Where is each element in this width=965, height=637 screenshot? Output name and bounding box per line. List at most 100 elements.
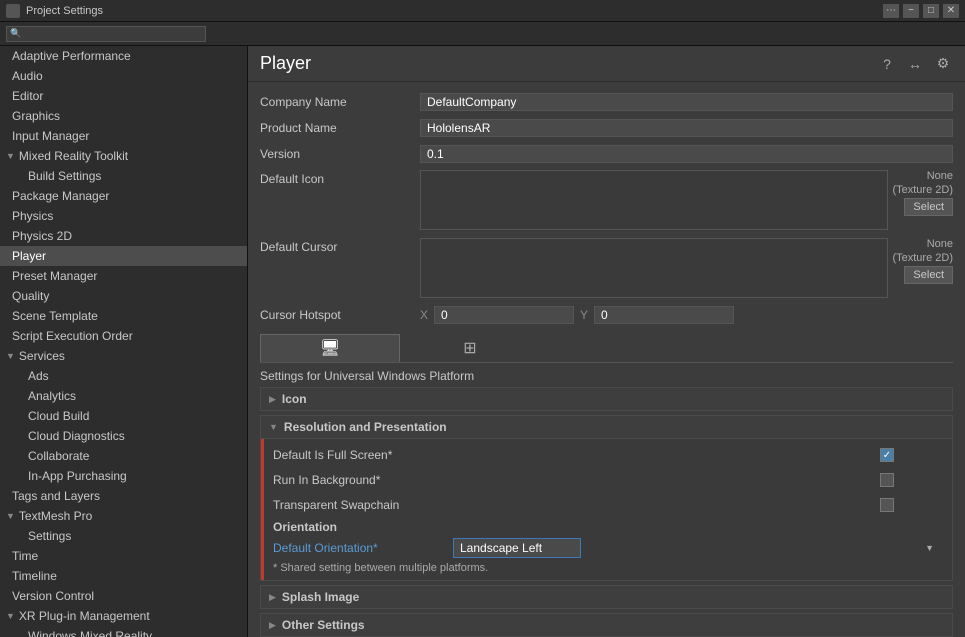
sidebar-item-graphics[interactable]: Graphics <box>0 106 247 126</box>
sidebar-item-time[interactable]: Time <box>0 546 247 566</box>
cursor-hotspot-x-input[interactable] <box>434 306 574 324</box>
default-icon-row: Default Icon None (Texture 2D) Select <box>260 170 953 230</box>
sidebar-item-quality[interactable]: Quality <box>0 286 247 306</box>
sidebar-item-script-execution-order[interactable]: Script Execution Order <box>0 326 247 346</box>
sidebar-item-input-manager[interactable]: Input Manager <box>0 126 247 146</box>
resolution-section-body: Default Is Full Screen* ✓ Run In Backgro… <box>261 438 952 580</box>
splash-image-section-title: Splash Image <box>282 590 359 604</box>
sidebar-item-analytics[interactable]: Analytics <box>0 386 247 406</box>
sidebar-item-label: Mixed Reality Toolkit <box>19 149 128 163</box>
sidebar-item-build-settings[interactable]: Build Settings <box>0 166 247 186</box>
sidebar-item-settings[interactable]: Settings <box>0 526 247 546</box>
cursor-hotspot-inputs: X Y <box>420 306 953 324</box>
platform-tab-uwp[interactable]: 🖥 <box>260 334 400 362</box>
sidebar-item-physics[interactable]: Physics <box>0 206 247 226</box>
sidebar-item-label: Build Settings <box>28 169 101 183</box>
run-in-background-checkbox-wrap <box>880 473 940 487</box>
expand-button[interactable]: ↔ <box>905 54 925 74</box>
sidebar-item-label: Script Execution Order <box>12 329 133 343</box>
sidebar-item-cloud-diagnostics[interactable]: Cloud Diagnostics <box>0 426 247 446</box>
sidebar-item-version-control[interactable]: Version Control <box>0 586 247 606</box>
cursor-hotspot-y-input[interactable] <box>594 306 734 324</box>
icon-section-header[interactable]: ▶ Icon <box>261 388 952 410</box>
sidebar-item-label: Editor <box>12 89 43 103</box>
platform-tab-windows[interactable]: ⊞ <box>400 334 540 362</box>
sidebar-item-physics-2d[interactable]: Physics 2D <box>0 226 247 246</box>
maximize-button[interactable]: □ <box>923 4 939 18</box>
sidebar-item-collaborate[interactable]: Collaborate <box>0 446 247 466</box>
sidebar-item-scene-template[interactable]: Scene Template <box>0 306 247 326</box>
sidebar-item-label: In-App Purchasing <box>28 469 127 483</box>
sidebar-item-package-manager[interactable]: Package Manager <box>0 186 247 206</box>
default-orientation-select[interactable]: Landscape Left Landscape Right Portrait … <box>453 538 581 558</box>
help-button[interactable]: ? <box>877 54 897 74</box>
sidebar-item-player[interactable]: Player <box>0 246 247 266</box>
other-settings-section-header[interactable]: ▶ Other Settings <box>261 614 952 636</box>
sidebar-item-preset-manager[interactable]: Preset Manager <box>0 266 247 286</box>
sidebar-item-windows-mixed-reality[interactable]: Windows Mixed Reality <box>0 626 247 637</box>
sidebar-item-label: Physics <box>12 209 53 223</box>
sidebar-item-textmesh-pro[interactable]: ▼ TextMesh Pro <box>0 506 247 526</box>
sidebar-item-label: Analytics <box>28 389 76 403</box>
sidebar-item-timeline[interactable]: Timeline <box>0 566 247 586</box>
splash-image-section-header[interactable]: ▶ Splash Image <box>261 586 952 608</box>
product-name-input[interactable] <box>420 119 953 137</box>
sidebar-item-audio[interactable]: Audio <box>0 66 247 86</box>
minimize-button[interactable]: − <box>903 4 919 18</box>
orientation-group-label: Orientation <box>273 520 940 534</box>
content-header: Player ? ↔ ⚙ <box>248 46 965 82</box>
sidebar-item-in-app-purchasing[interactable]: In-App Purchasing <box>0 466 247 486</box>
sidebar-item-cloud-build[interactable]: Cloud Build <box>0 406 247 426</box>
full-screen-checkbox-wrap: ✓ <box>880 448 940 462</box>
default-icon-select-button[interactable]: Select <box>904 198 953 216</box>
sidebar: Adaptive Performance Audio Editor Graphi… <box>0 46 248 637</box>
other-settings-section-title: Other Settings <box>282 618 365 632</box>
other-settings-section: ▶ Other Settings <box>260 613 953 637</box>
sidebar-item-label: TextMesh Pro <box>19 509 92 523</box>
content-area: Player ? ↔ ⚙ Company Name Product Name V… <box>248 46 965 637</box>
default-cursor-row: Default Cursor None (Texture 2D) Select <box>260 238 953 298</box>
search-input[interactable] <box>6 26 206 42</box>
full-screen-checkbox[interactable]: ✓ <box>880 448 894 462</box>
x-label: X <box>420 308 428 322</box>
section-accent-border <box>261 439 264 580</box>
sidebar-item-label: Quality <box>12 289 49 303</box>
transparent-swapchain-checkbox[interactable] <box>880 498 894 512</box>
sidebar-item-adaptive-performance[interactable]: Adaptive Performance <box>0 46 247 66</box>
header-icons: ? ↔ ⚙ <box>877 54 953 74</box>
sidebar-item-label: Tags and Layers <box>12 489 100 503</box>
close-button[interactable]: ✕ <box>943 4 959 18</box>
sidebar-item-label: Adaptive Performance <box>12 49 131 63</box>
sidebar-item-mixed-reality-toolkit[interactable]: ▼ Mixed Reality Toolkit <box>0 146 247 166</box>
transparent-swapchain-checkbox-wrap <box>880 498 940 512</box>
run-in-background-checkbox[interactable] <box>880 473 894 487</box>
version-input[interactable] <box>420 145 953 163</box>
company-name-input[interactable] <box>420 93 953 111</box>
settings-button[interactable]: ⚙ <box>933 54 953 74</box>
transparent-swapchain-label: Transparent Swapchain <box>273 498 880 512</box>
default-cursor-select-button[interactable]: Select <box>904 266 953 284</box>
app-icon <box>6 4 20 18</box>
expand-arrow-icon: ▼ <box>6 151 15 161</box>
windows-icon: ⊞ <box>463 338 476 358</box>
sidebar-item-editor[interactable]: Editor <box>0 86 247 106</box>
sidebar-item-ads[interactable]: Ads <box>0 366 247 386</box>
version-label: Version <box>260 147 420 161</box>
sidebar-item-label: Package Manager <box>12 189 109 203</box>
sidebar-item-xr-plugin-management[interactable]: ▼ XR Plug-in Management <box>0 606 247 626</box>
default-icon-label: Default Icon <box>260 170 420 186</box>
run-in-background-row: Run In Background* <box>273 470 940 490</box>
sidebar-item-tags-and-layers[interactable]: Tags and Layers <box>0 486 247 506</box>
title-bar-title: Project Settings <box>26 5 103 17</box>
other-settings-section-arrow: ▶ <box>269 620 276 631</box>
menu-button[interactable]: ⋯ <box>883 4 899 18</box>
icon-section-arrow: ▶ <box>269 394 276 405</box>
resolution-section-header[interactable]: ▼ Resolution and Presentation <box>261 416 952 438</box>
title-bar-controls[interactable]: ⋯ − □ ✕ <box>883 4 959 18</box>
sidebar-item-label: Physics 2D <box>12 229 72 243</box>
content-body: Company Name Product Name Version Defaul… <box>248 82 965 637</box>
sidebar-item-services[interactable]: ▼ Services <box>0 346 247 366</box>
default-cursor-label: Default Cursor <box>260 238 420 254</box>
search-bar <box>0 22 965 46</box>
sidebar-item-label: Version Control <box>12 589 94 603</box>
